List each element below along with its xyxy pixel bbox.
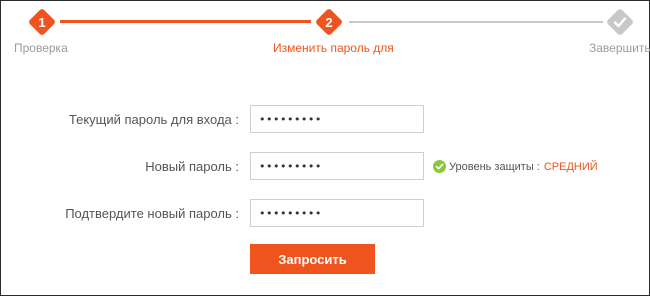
step-3-marker [606,8,634,36]
step-1-number: 1 [38,14,46,30]
step-2-marker: 2 [315,8,343,36]
strength-label: Уровень защиты : [449,160,540,173]
step-1-label: Проверка [14,41,68,55]
new-password-label: Новый пароль : [145,159,239,174]
submit-button[interactable]: Запросить [250,244,375,274]
step-2-label: Изменить пароль для [273,41,394,55]
password-change-panel: 1 2 Проверка Изменить пароль для Заверши… [0,0,650,296]
new-password-row: Новый пароль : Уровень защиты : СРЕДНИЙ [1,152,650,182]
strength-level: СРЕДНИЙ [543,160,598,173]
current-password-input[interactable] [250,105,424,133]
step-3-label: Завершить [589,41,650,55]
progress-stepper: 1 2 Проверка Изменить пароль для Заверши… [1,1,650,61]
step-1-marker: 1 [28,8,56,36]
confirm-password-input[interactable] [250,199,424,227]
confirm-password-label: Подтвердите новый пароль : [65,206,239,221]
current-password-label: Текущий пароль для входа : [68,112,239,127]
confirm-password-row: Подтвердите новый пароль : [1,199,650,229]
password-strength-indicator: Уровень защиты : СРЕДНИЙ [433,160,598,173]
stepper-line-pending [349,21,603,23]
step-2-number: 2 [325,14,333,30]
check-icon [613,17,627,28]
check-circle-icon [433,160,446,173]
current-password-row: Текущий пароль для входа : [1,105,650,135]
stepper-line-completed [60,20,311,23]
new-password-input[interactable] [250,152,424,180]
